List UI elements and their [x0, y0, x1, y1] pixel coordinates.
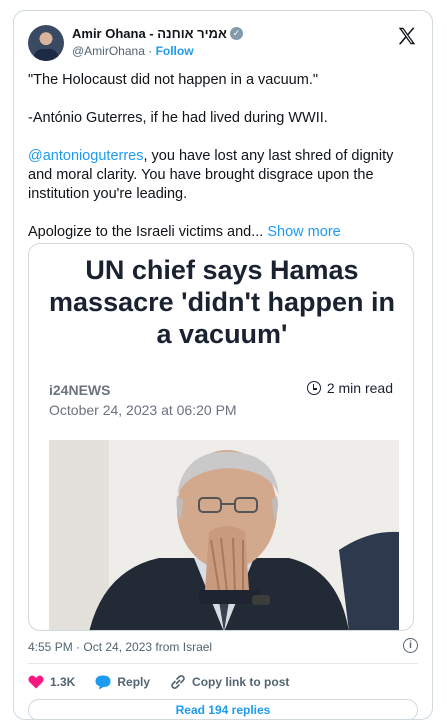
copy-link-label: Copy link to post — [192, 675, 290, 689]
copy-link-button[interactable]: Copy link to post — [170, 674, 289, 690]
tweet-body: "The Holocaust did not happen in a vacuu… — [28, 71, 420, 242]
x-logo-icon[interactable] — [396, 25, 418, 47]
tweet-card: Amir Ohana - אמיר אוחנה ✓ @AmirOhana · F… — [13, 10, 433, 720]
mention-link[interactable]: @antonioguterres — [28, 148, 143, 164]
tweet-header: Amir Ohana - אמיר אוחנה ✓ @AmirOhana · F… — [28, 23, 418, 63]
show-more-link[interactable]: Show more — [267, 224, 340, 240]
tweet-paragraph-apology: Apologize to the Israeli victims and... … — [28, 223, 420, 242]
tweet-paragraph-quote: "The Holocaust did not happen in a vacuu… — [28, 72, 318, 88]
avatar[interactable] — [28, 25, 64, 61]
speech-bubble-icon — [95, 675, 111, 689]
article-date: October 24, 2023 at 06:20 PM — [49, 402, 237, 418]
article-photo — [49, 440, 399, 630]
tweet-actions: 1.3K Reply Copy link to post — [28, 672, 289, 692]
tweet-paragraph-message: @antonioguterres, you have lost any last… — [28, 147, 420, 204]
tweet-paragraph-attribution: -António Guterres, if he had lived durin… — [28, 110, 328, 126]
info-icon[interactable]: i — [403, 638, 418, 653]
reply-label: Reply — [117, 675, 151, 689]
tweet-timestamp[interactable]: 4:55 PM · Oct 24, 2023 from Israel — [28, 640, 212, 654]
link-icon — [171, 675, 185, 689]
article-headline: UN chief says Hamas massacre 'didn't hap… — [49, 255, 395, 349]
heart-icon — [28, 675, 44, 689]
like-count: 1.3K — [50, 675, 76, 689]
author-handle-line: @AmirOhana · Follow — [72, 44, 194, 58]
reply-button[interactable]: Reply — [95, 675, 150, 690]
article-read-time: 2 min read — [306, 380, 393, 396]
author-handle[interactable]: @AmirOhana — [72, 44, 145, 58]
author-display-name[interactable]: Amir Ohana - אמיר אוחנה — [72, 26, 227, 41]
read-time-label: 2 min read — [326, 380, 393, 396]
author-name-line: Amir Ohana - אמיר אוחנה ✓ — [72, 26, 243, 41]
verified-badge-icon: ✓ — [229, 27, 243, 40]
portrait-illustration — [49, 440, 399, 630]
handle-separator: · — [148, 44, 153, 58]
like-button[interactable]: 1.3K — [28, 675, 75, 689]
article-media-card[interactable]: UN chief says Hamas massacre 'didn't hap… — [28, 243, 414, 631]
follow-button[interactable]: Follow — [156, 44, 194, 58]
footer-divider — [28, 663, 418, 664]
read-replies-button[interactable]: Read 194 replies — [28, 699, 418, 719]
clock-icon — [306, 381, 321, 395]
article-source: i24NEWS — [49, 382, 111, 398]
tweet-truncated-text: Apologize to the Israeli victims and... — [28, 224, 264, 240]
